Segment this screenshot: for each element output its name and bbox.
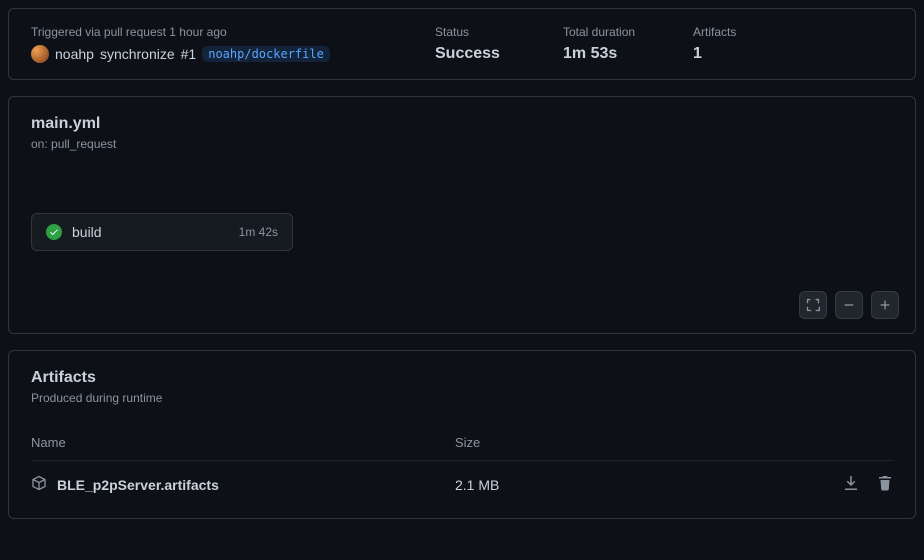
duration-col: Total duration 1m 53s bbox=[563, 25, 693, 63]
workflow-trigger: on: pull_request bbox=[31, 137, 893, 151]
avatar[interactable] bbox=[31, 45, 49, 63]
status-col: Status Success bbox=[435, 25, 563, 63]
artifacts-subtitle: Produced during runtime bbox=[31, 391, 893, 405]
status-value: Success bbox=[435, 45, 563, 63]
author-link[interactable]: noahp bbox=[55, 46, 94, 62]
workflow-name[interactable]: main.yml bbox=[31, 115, 893, 133]
job-name: build bbox=[72, 224, 229, 240]
workflow-graph: main.yml on: pull_request build 1m 42s bbox=[8, 96, 916, 334]
artifact-row: BLE_p2pServer.artifacts 2.1 MB bbox=[31, 460, 893, 508]
run-summary: Triggered via pull request 1 hour ago no… bbox=[8, 8, 916, 80]
cube-icon bbox=[31, 475, 47, 494]
header-name: Name bbox=[31, 435, 455, 450]
artifact-size: 2.1 MB bbox=[455, 477, 823, 493]
status-label: Status bbox=[435, 25, 563, 39]
header-size: Size bbox=[455, 435, 823, 450]
artifacts-count-col: Artifacts 1 bbox=[693, 25, 893, 63]
job-card[interactable]: build 1m 42s bbox=[31, 213, 293, 251]
delete-button[interactable] bbox=[877, 475, 893, 494]
fullscreen-button[interactable] bbox=[799, 291, 827, 319]
trigger-action: synchronize bbox=[100, 46, 175, 62]
graph-controls bbox=[799, 291, 899, 319]
trigger-line: noahp synchronize #1 noahp/dockerfile bbox=[31, 45, 435, 63]
pr-link[interactable]: #1 bbox=[181, 46, 197, 62]
artifacts-table-header: Name Size bbox=[31, 423, 893, 460]
zoom-out-button[interactable] bbox=[835, 291, 863, 319]
artifact-name-cell[interactable]: BLE_p2pServer.artifacts bbox=[31, 475, 455, 494]
artifacts-section: Artifacts Produced during runtime Name S… bbox=[8, 350, 916, 519]
duration-label: Total duration bbox=[563, 25, 693, 39]
artifacts-count-value[interactable]: 1 bbox=[693, 45, 893, 63]
artifacts-count-label: Artifacts bbox=[693, 25, 893, 39]
download-button[interactable] bbox=[843, 475, 859, 494]
duration-value[interactable]: 1m 53s bbox=[563, 45, 693, 63]
success-check-icon bbox=[46, 224, 62, 240]
zoom-in-button[interactable] bbox=[871, 291, 899, 319]
artifact-name: BLE_p2pServer.artifacts bbox=[57, 477, 219, 493]
trigger-info: Triggered via pull request 1 hour ago no… bbox=[31, 25, 435, 63]
artifacts-title: Artifacts bbox=[31, 369, 893, 387]
job-duration: 1m 42s bbox=[239, 225, 278, 239]
branch-label[interactable]: noahp/dockerfile bbox=[202, 46, 330, 62]
trigger-label: Triggered via pull request 1 hour ago bbox=[31, 25, 435, 39]
